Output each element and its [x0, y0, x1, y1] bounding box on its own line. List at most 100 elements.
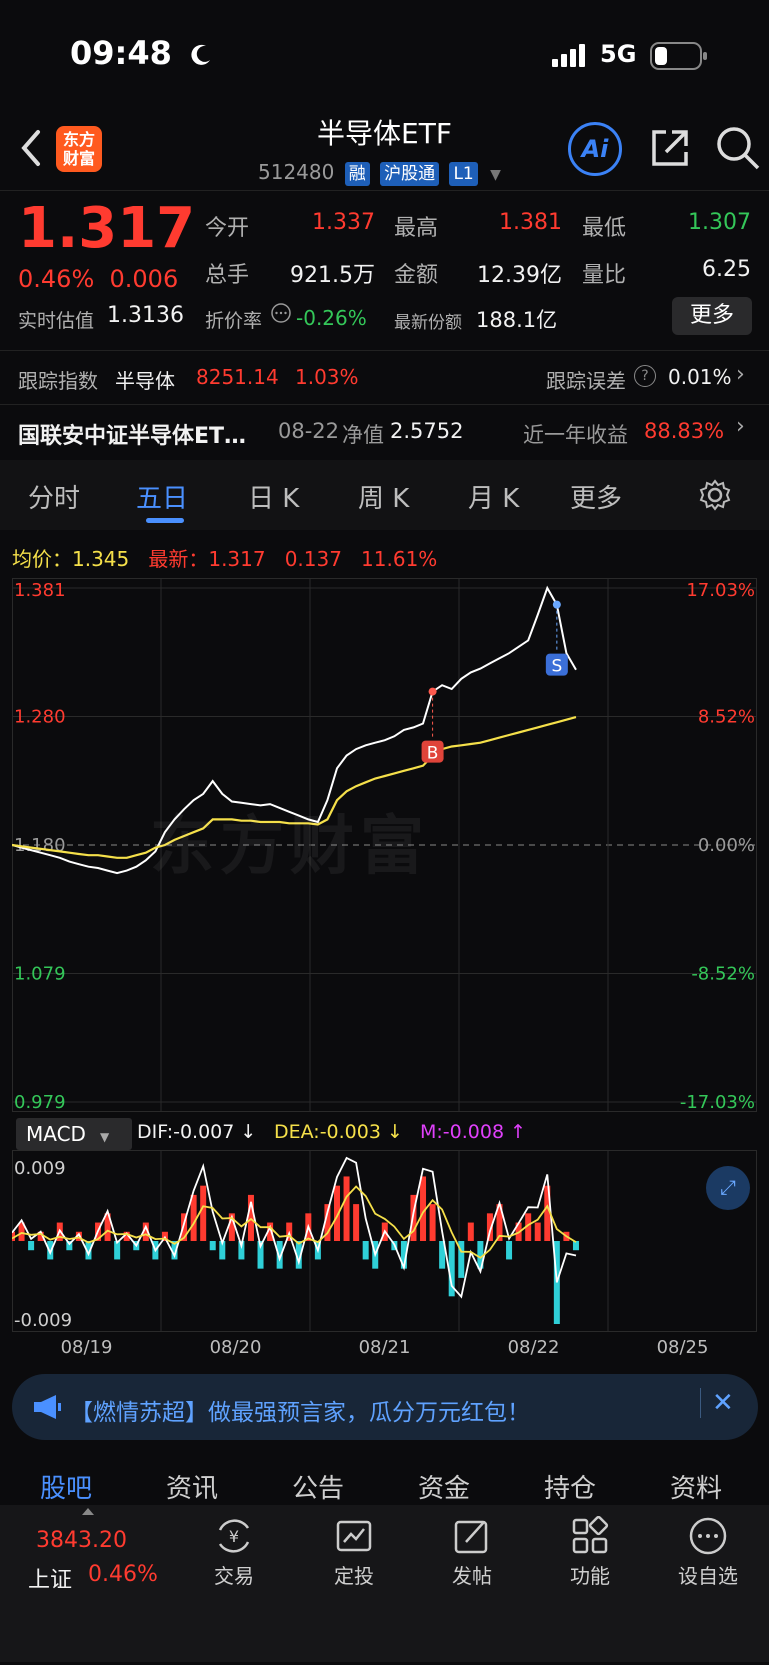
x-tick-label: 08/25 — [656, 1337, 709, 1358]
security-code: 512480 — [258, 160, 335, 184]
trade-icon[interactable]: ¥ — [214, 1516, 254, 1556]
low-value: 1.307 — [688, 210, 751, 235]
macd-bar — [467, 1222, 474, 1241]
fullscreen-icon[interactable]: ⤢ — [706, 1166, 750, 1210]
macd-bar — [534, 1222, 541, 1241]
high-value: 1.381 — [499, 210, 562, 235]
latest-label: 最新： — [148, 547, 209, 571]
battery-icon — [650, 42, 707, 70]
tab-more[interactable]: 更多 — [570, 478, 622, 515]
tab-monthly-k[interactable]: 月 K — [468, 478, 519, 515]
chevron-right-icon[interactable]: › — [736, 362, 745, 387]
ai-button[interactable]: Ai — [568, 122, 622, 176]
tab-intraday[interactable]: 分时 — [28, 478, 80, 515]
promo-text[interactable]: 【燃情苏超】做最强预言家，瓜分万元红包！ — [70, 1393, 530, 1427]
tab-weekly-k[interactable]: 周 K — [358, 478, 409, 515]
y-tick-left: 1.079 — [14, 964, 66, 985]
share-icon[interactable] — [648, 126, 692, 170]
macd-bar — [28, 1241, 35, 1251]
settings-icon[interactable] — [698, 478, 732, 512]
fixed-invest-icon[interactable] — [334, 1516, 374, 1556]
post-icon[interactable] — [452, 1516, 492, 1556]
megaphone-icon — [34, 1395, 61, 1419]
tracking-index-name[interactable]: 半导体 — [115, 365, 175, 394]
info-dots-icon[interactable] — [270, 302, 292, 324]
fund-name[interactable]: 国联安中证半导体ET… — [18, 418, 246, 450]
y-tick-right: -8.52% — [691, 964, 755, 985]
chart-change: 0.137 — [284, 547, 342, 571]
iopv-value: 1.3136 — [107, 303, 184, 328]
shares-value: 188.1亿 — [476, 308, 558, 332]
x-axis: 08/19 08/20 08/21 08/22 08/25 — [0, 1337, 769, 1361]
tab-five-day[interactable]: 五日 — [136, 478, 188, 515]
connect-tag: 沪股通 — [380, 162, 440, 186]
market-index-name[interactable]: 上证 — [28, 1562, 72, 1594]
indicator-label: MACD — [26, 1122, 86, 1146]
tab-daily-k[interactable]: 日 K — [248, 478, 299, 515]
market-index-value[interactable]: 3843.20 — [36, 1528, 127, 1553]
moon-icon — [191, 44, 210, 65]
avg-value: 1.345 — [72, 547, 130, 571]
tab-news[interactable]: 资讯 — [166, 1468, 218, 1505]
macd-chart[interactable]: 0.009 -0.009 — [12, 1150, 757, 1332]
close-icon[interactable]: ✕ — [712, 1388, 734, 1418]
network-label: 5G — [600, 40, 637, 68]
nav-fixed-invest[interactable]: 定投 — [314, 1560, 394, 1589]
change-abs: 0.006 — [109, 265, 179, 293]
marker-label: B — [427, 744, 439, 764]
macd-bar — [200, 1185, 207, 1241]
indicator-select[interactable]: MACD ▼ — [16, 1118, 132, 1150]
tracking-index-pct: 1.03% — [295, 365, 359, 389]
market-index-pct[interactable]: 0.46% — [88, 1562, 158, 1587]
iopv-label: 实时估值 — [18, 310, 95, 332]
amount-value: 12.39亿 — [477, 263, 562, 288]
latest-value: 1.317 — [208, 547, 266, 571]
nav-label: 净值 — [342, 423, 384, 447]
tracking-index-value: 8251.14 — [196, 365, 279, 389]
search-icon[interactable] — [714, 124, 762, 172]
tab-announcements[interactable]: 公告 — [292, 1468, 344, 1505]
change-pct: 0.46% — [18, 265, 95, 293]
nav-trade[interactable]: 交易 — [194, 1560, 274, 1589]
caret-up-icon — [82, 1508, 94, 1515]
macd-y-top: 0.009 — [14, 1158, 66, 1179]
tracking-error-value: 0.01% — [668, 365, 732, 389]
marker-label: S — [551, 657, 562, 677]
active-tab-indicator — [146, 518, 184, 523]
last-price: 1.317 — [18, 196, 196, 261]
x-tick-label: 08/22 — [507, 1337, 560, 1358]
help-icon[interactable]: ? — [634, 365, 656, 387]
x-tick-label: 08/20 — [209, 1337, 262, 1358]
macd-bar — [353, 1204, 360, 1241]
more-button[interactable]: 更多 — [672, 297, 752, 335]
nav-date: 08-22 — [278, 419, 340, 443]
y-tick-left: 0.979 — [14, 1092, 66, 1112]
x-tick-label: 08/21 — [358, 1337, 411, 1358]
tab-holdings[interactable]: 持仓 — [544, 1468, 596, 1505]
functions-icon[interactable] — [570, 1516, 610, 1556]
nav-post[interactable]: 发帖 — [432, 1560, 512, 1589]
chevron-down-icon: ▼ — [99, 1130, 110, 1144]
y-tick-left: 1.280 — [14, 707, 66, 728]
discount-label: 折价率 — [205, 310, 263, 332]
nav-functions[interactable]: 功能 — [550, 1560, 630, 1589]
y-tick-right: 17.03% — [686, 580, 755, 601]
macd-bar — [506, 1241, 513, 1260]
macd-bar — [209, 1241, 216, 1251]
chart-summary: 均价：1.345 最新：1.317 0.137 11.61% — [12, 543, 437, 572]
nav-add-watchlist[interactable]: 设自选 — [668, 1560, 748, 1589]
y-tick-left: 1.381 — [14, 580, 66, 601]
tab-funds[interactable]: 资金 — [418, 1468, 470, 1505]
tab-profile[interactable]: 资料 — [670, 1468, 722, 1505]
tracking-error-label: 跟踪误差 — [546, 369, 626, 393]
chevron-right-icon[interactable]: › — [736, 414, 745, 439]
return-label: 近一年收益 — [523, 423, 628, 447]
watermark: 东方财富 — [150, 810, 430, 884]
nav-value: 2.5752 — [390, 419, 464, 443]
dropdown-icon[interactable]: ▼ — [490, 167, 501, 183]
macd-bar — [572, 1241, 579, 1251]
dea-label: DEA:-0.003 ↓ — [274, 1121, 403, 1143]
add-watchlist-icon[interactable] — [688, 1516, 728, 1556]
discount-value: -0.26% — [296, 306, 367, 330]
tab-guba[interactable]: 股吧 — [40, 1468, 92, 1505]
